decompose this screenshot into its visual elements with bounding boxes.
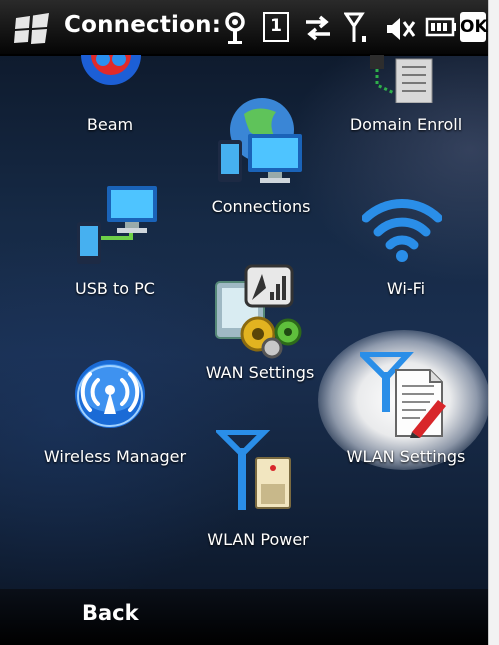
ok-button[interactable]: OK (460, 12, 488, 42)
connections-icon (218, 98, 302, 183)
wlan-power-icon (216, 430, 291, 510)
domain-enroll-icon (370, 55, 433, 103)
tile-wifi[interactable]: Wi-Fi (338, 186, 488, 306)
tile-wlan-settings-label: WLAN Settings (346, 447, 466, 466)
tile-wireless-manager[interactable]: Wireless Manager (40, 352, 190, 472)
beam-icon (81, 55, 141, 85)
tile-wan-settings[interactable]: WAN Settings (190, 262, 330, 392)
gps-icon[interactable] (222, 11, 248, 47)
wlan-settings-icon (360, 352, 446, 438)
tile-wlan-power-label: WLAN Power (207, 530, 309, 549)
data-transfer-icon[interactable] (302, 12, 334, 44)
scrollbar[interactable] (488, 0, 499, 645)
battery-icon[interactable] (424, 14, 458, 40)
windows-start-icon[interactable] (12, 12, 52, 46)
tile-wireless-manager-label: Wireless Manager (43, 447, 187, 466)
tile-beam-label: Beam (86, 115, 134, 134)
tile-beam[interactable]: Beam (40, 55, 180, 145)
softkey-bar: Back (0, 589, 488, 645)
tile-connections-label: Connections (211, 197, 311, 216)
tile-wan-settings-label: WAN Settings (205, 363, 315, 382)
tile-domain-enroll-label: Domain Enroll (349, 115, 463, 134)
tile-usb-to-pc[interactable]: USB to PC (40, 182, 180, 312)
wifi-icon (362, 199, 442, 262)
volume-muted-icon[interactable] (383, 12, 417, 46)
signal-icon[interactable] (344, 12, 372, 46)
wireless-manager-icon (75, 360, 145, 428)
tile-domain-enroll[interactable]: Domain Enroll (338, 55, 488, 145)
window-title[interactable]: Connection: (64, 12, 221, 38)
tile-usb-to-pc-label: USB to PC (75, 279, 155, 298)
usb-to-pc-icon (77, 186, 157, 264)
tile-connections[interactable]: Connections (196, 96, 326, 221)
wan-settings-icon (215, 264, 302, 359)
tile-wifi-label: Wi-Fi (386, 279, 426, 298)
connections-screen: Connection: 1 OK Beam Domain Enroll Conn… (0, 0, 488, 645)
tile-wlan-power[interactable]: WLAN Power (196, 430, 336, 555)
back-button[interactable]: Back (82, 601, 139, 625)
tile-wlan-settings[interactable]: WLAN Settings (338, 352, 488, 472)
status-bar: Connection: 1 OK (0, 0, 488, 56)
sim-1-icon[interactable]: 1 (263, 12, 289, 42)
